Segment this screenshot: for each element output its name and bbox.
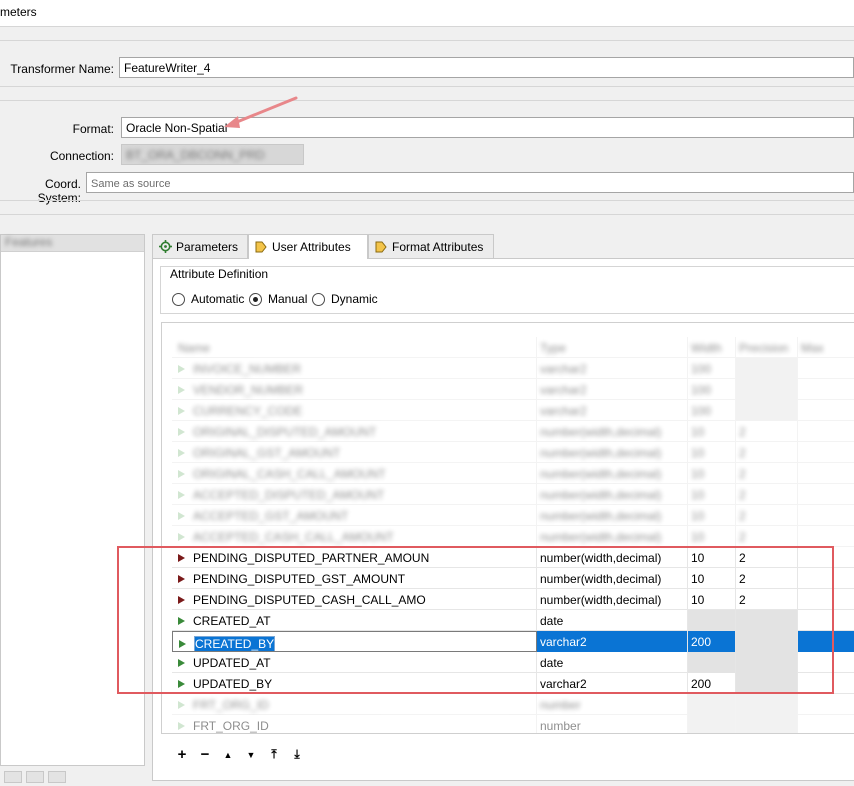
- table-row[interactable]: ACCEPTED_DISPUTED_AMOUNT number(width,de…: [172, 484, 854, 505]
- divider: [0, 100, 854, 101]
- window-title: meters: [0, 5, 37, 19]
- transformer-name-input[interactable]: FeatureWriter_4: [119, 57, 854, 78]
- divider: [0, 26, 854, 27]
- move-top-icon[interactable]: ⤒: [268, 747, 280, 762]
- table-row[interactable]: ORIGINAL_DISPUTED_AMOUNT number(width,de…: [172, 421, 854, 442]
- divider: [0, 40, 854, 41]
- attribute-toolbar: + − ▲ ▼ ⤒ ⤓: [176, 746, 303, 763]
- table-row[interactable]: CURRENCY_CODE varchar2 100: [172, 400, 854, 421]
- radio-dynamic[interactable]: Dynamic: [312, 292, 378, 306]
- table-row[interactable]: ACCEPTED_CASH_CALL_AMOUNT number(width,d…: [172, 526, 854, 547]
- divider: [0, 200, 854, 201]
- column-header-max[interactable]: Max: [801, 341, 824, 355]
- move-bottom-icon[interactable]: ⤓: [291, 747, 303, 762]
- table-row[interactable]: ORIGINAL_GST_AMOUNT number(width,decimal…: [172, 442, 854, 463]
- tab-user-attributes[interactable]: User Attributes: [248, 234, 368, 259]
- column-header-type[interactable]: Type: [540, 341, 566, 355]
- remove-icon[interactable]: −: [199, 746, 211, 763]
- attribute-arrow-icon: [375, 241, 387, 253]
- row-marker-icon: [178, 700, 185, 709]
- gear-icon: [159, 240, 172, 253]
- panel-button[interactable]: [26, 771, 44, 783]
- table-row[interactable]: VENDOR_NUMBER varchar2 100: [172, 379, 854, 400]
- coord-system-input[interactable]: Same as source: [86, 172, 854, 193]
- radio-manual[interactable]: Manual: [249, 292, 307, 306]
- row-marker-icon: [178, 469, 185, 478]
- row-marker-icon: [178, 721, 185, 730]
- connection-label: Connection:: [49, 149, 114, 163]
- column-header-width[interactable]: Width: [691, 341, 722, 355]
- radio-automatic[interactable]: Automatic: [172, 292, 244, 306]
- table-row[interactable]: ACCEPTED_GST_AMOUNT number(width,decimal…: [172, 505, 854, 526]
- add-icon[interactable]: +: [176, 746, 188, 763]
- connection-select[interactable]: BT_ORA_DBCONN_PRD: [121, 144, 304, 165]
- annotation-arrow-icon: [224, 96, 298, 128]
- divider: [0, 214, 854, 215]
- row-marker-icon: [178, 448, 185, 457]
- divider: [0, 86, 854, 87]
- table-row[interactable]: INVOICE_NUMBER varchar2 100: [172, 358, 854, 379]
- format-label: Format:: [72, 122, 114, 136]
- left-panel-toolbar: [0, 771, 66, 786]
- table-row[interactable]: ORIGINAL_CASH_CALL_AMOUNT number(width,d…: [172, 463, 854, 484]
- transformer-name-label: Transformer Name:: [10, 62, 114, 76]
- attribute-arrow-icon: [255, 241, 267, 253]
- tab-format-attributes[interactable]: Format Attributes: [368, 234, 494, 258]
- panel-button[interactable]: [48, 771, 66, 783]
- panel-button[interactable]: [4, 771, 22, 783]
- column-header-name[interactable]: Name: [178, 341, 210, 355]
- row-marker-icon: [178, 427, 185, 436]
- tab-parameters[interactable]: Parameters: [152, 234, 248, 258]
- row-marker-icon: [178, 490, 185, 499]
- row-marker-icon: [178, 511, 185, 520]
- row-marker-icon: [178, 385, 185, 394]
- row-marker-icon: [178, 406, 185, 415]
- table-row[interactable]: FRT_ORG_ID number: [172, 715, 854, 733]
- row-marker-icon: [178, 364, 185, 373]
- highlight-box: [117, 546, 834, 694]
- attribute-definition-title: Attribute Definition: [168, 267, 271, 281]
- window-titlebar: meters: [0, 0, 854, 26]
- table-row[interactable]: FRT_ORG_ID number: [172, 694, 854, 715]
- feature-types-header[interactable]: Features: [1, 235, 144, 252]
- table-header: Name Type Width Precision Max: [172, 337, 854, 358]
- move-down-icon[interactable]: ▼: [245, 750, 257, 760]
- row-marker-icon: [178, 532, 185, 541]
- column-header-precision[interactable]: Precision: [739, 341, 788, 355]
- move-up-icon[interactable]: ▲: [222, 750, 234, 760]
